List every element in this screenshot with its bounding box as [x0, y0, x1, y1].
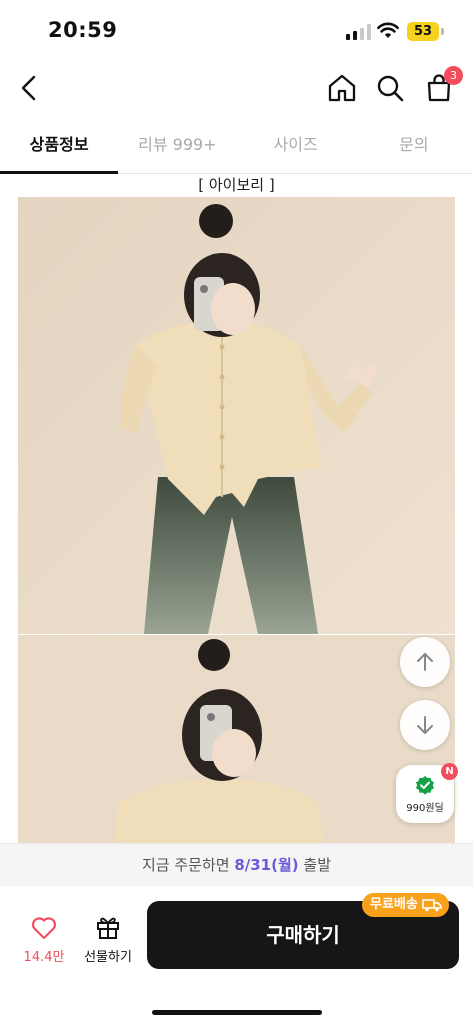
delivery-suffix: 출발	[298, 856, 332, 874]
tab-inquiry[interactable]: 문의	[355, 122, 473, 173]
tab-size[interactable]: 사이즈	[237, 122, 355, 173]
home-icon[interactable]	[326, 72, 358, 104]
product-photo	[18, 635, 455, 843]
cellular-signal-icon	[346, 24, 372, 40]
gift-label: 선물하기	[84, 950, 132, 965]
bottom-action-bar: 14.4만 선물하기 구매하기 무료배송	[0, 885, 473, 1024]
verified-check-icon	[416, 776, 434, 795]
back-arrow-icon[interactable]	[14, 72, 46, 104]
status-time: 20:59	[48, 18, 118, 42]
truck-icon	[422, 899, 442, 912]
scroll-down-button[interactable]	[400, 700, 450, 750]
gift-button[interactable]: 선물하기	[80, 914, 136, 965]
tab-product-info[interactable]: 상품정보	[0, 122, 119, 174]
arrow-down-icon	[417, 716, 433, 734]
delivery-info: 지금 주문하면 8/31(월) 출발	[0, 843, 473, 885]
search-icon[interactable]	[374, 72, 406, 104]
delivery-date: 8/31(월)	[234, 856, 299, 874]
color-option-label: [ 아이보리 ]	[198, 176, 275, 194]
like-count: 14.4만	[23, 950, 65, 965]
heart-icon	[32, 917, 56, 940]
deal-label: 990원딜	[406, 803, 444, 814]
battery-tip	[441, 28, 444, 35]
new-badge: N	[441, 763, 458, 780]
product-tabs: 상품정보 리뷰 999+ 사이즈 문의	[0, 122, 473, 174]
product-photo	[18, 197, 455, 634]
home-indicator	[152, 1010, 322, 1015]
battery-level: 53	[407, 22, 439, 41]
arrow-up-icon	[417, 653, 433, 671]
scroll-up-button[interactable]	[400, 637, 450, 687]
like-button[interactable]: 14.4만	[18, 916, 70, 966]
free-shipping-label: 무료배송	[370, 897, 418, 912]
free-shipping-badge: 무료배송	[362, 893, 449, 917]
wifi-icon	[377, 22, 399, 38]
gift-icon	[97, 917, 119, 939]
delivery-prefix: 지금 주문하면	[141, 856, 235, 874]
cart-count-badge: 3	[444, 66, 463, 85]
tab-reviews[interactable]: 리뷰 999+	[118, 122, 236, 173]
top-nav-bar	[0, 62, 473, 114]
status-bar: 20:59 53	[0, 0, 473, 62]
